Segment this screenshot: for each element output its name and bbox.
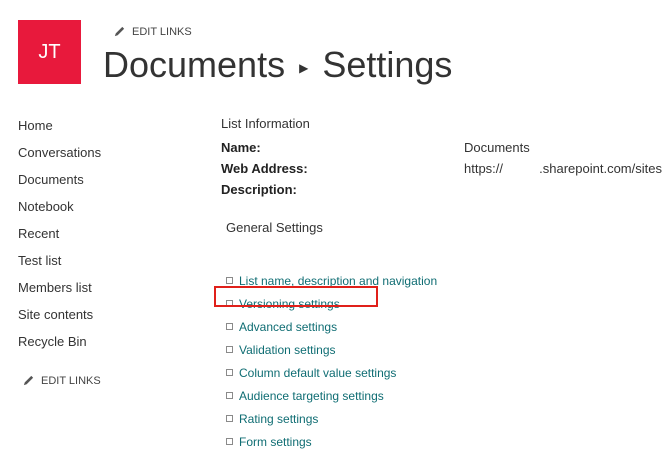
- list-item: Validation settings: [226, 338, 437, 361]
- rating-settings-link[interactable]: Rating settings: [239, 411, 318, 427]
- site-logo[interactable]: JT: [18, 20, 81, 84]
- logo-initials: JT: [38, 40, 61, 63]
- list-item: Advanced settings: [226, 315, 437, 338]
- audience-targeting-settings-link[interactable]: Audience targeting settings: [239, 388, 384, 404]
- general-settings-heading: General Settings: [226, 220, 323, 235]
- form-settings-link[interactable]: Form settings: [239, 434, 312, 450]
- nav-item-documents[interactable]: Documents: [18, 171, 101, 198]
- validation-settings-link[interactable]: Validation settings: [239, 342, 336, 358]
- column-default-value-settings-link[interactable]: Column default value settings: [239, 365, 396, 381]
- nav-item-recent[interactable]: Recent: [18, 225, 101, 252]
- edit-links-side-label: EDIT LINKS: [41, 374, 101, 387]
- bullet-icon: [226, 392, 233, 399]
- edit-links-side-button[interactable]: EDIT LINKS: [22, 374, 101, 387]
- name-value: Documents: [464, 140, 530, 155]
- web-address-value: https:// .sharepoint.com/sites: [464, 161, 662, 176]
- list-item: Form settings: [226, 430, 437, 453]
- bullet-icon: [226, 415, 233, 422]
- nav-item-site-contents[interactable]: Site contents: [18, 306, 101, 333]
- edit-links-top-button[interactable]: EDIT LINKS: [113, 25, 192, 38]
- nav-item-notebook[interactable]: Notebook: [18, 198, 101, 225]
- pencil-icon: [23, 375, 34, 386]
- nav-item-recycle-bin[interactable]: Recycle Bin: [18, 333, 101, 360]
- advanced-settings-link[interactable]: Advanced settings: [239, 319, 337, 335]
- list-item: Rating settings: [226, 407, 437, 430]
- bullet-icon: [226, 438, 233, 445]
- web-address-label: Web Address:: [221, 161, 308, 176]
- nav-item-members-list[interactable]: Members list: [18, 279, 101, 306]
- bullet-icon: [226, 369, 233, 376]
- versioning-settings-highlight-box: [214, 286, 378, 307]
- name-label: Name:: [221, 140, 261, 155]
- bullet-icon: [226, 277, 233, 284]
- breadcrumb: Documents ▶ Settings: [103, 44, 452, 86]
- breadcrumb-settings: Settings: [322, 44, 453, 85]
- bullet-icon: [226, 323, 233, 330]
- pencil-icon: [114, 26, 125, 37]
- nav-item-conversations[interactable]: Conversations: [18, 144, 101, 171]
- left-navigation: Home Conversations Documents Notebook Re…: [18, 117, 101, 360]
- nav-item-test-list[interactable]: Test list: [18, 252, 101, 279]
- list-item: Audience targeting settings: [226, 384, 437, 407]
- nav-item-home[interactable]: Home: [18, 117, 101, 144]
- edit-links-top-label: EDIT LINKS: [132, 25, 192, 38]
- bullet-icon: [226, 346, 233, 353]
- description-label: Description:: [221, 182, 297, 197]
- list-information-heading: List Information: [221, 116, 310, 131]
- breadcrumb-documents[interactable]: Documents: [103, 44, 285, 86]
- list-item: Column default value settings: [226, 361, 437, 384]
- breadcrumb-separator-icon: ▶: [299, 61, 309, 75]
